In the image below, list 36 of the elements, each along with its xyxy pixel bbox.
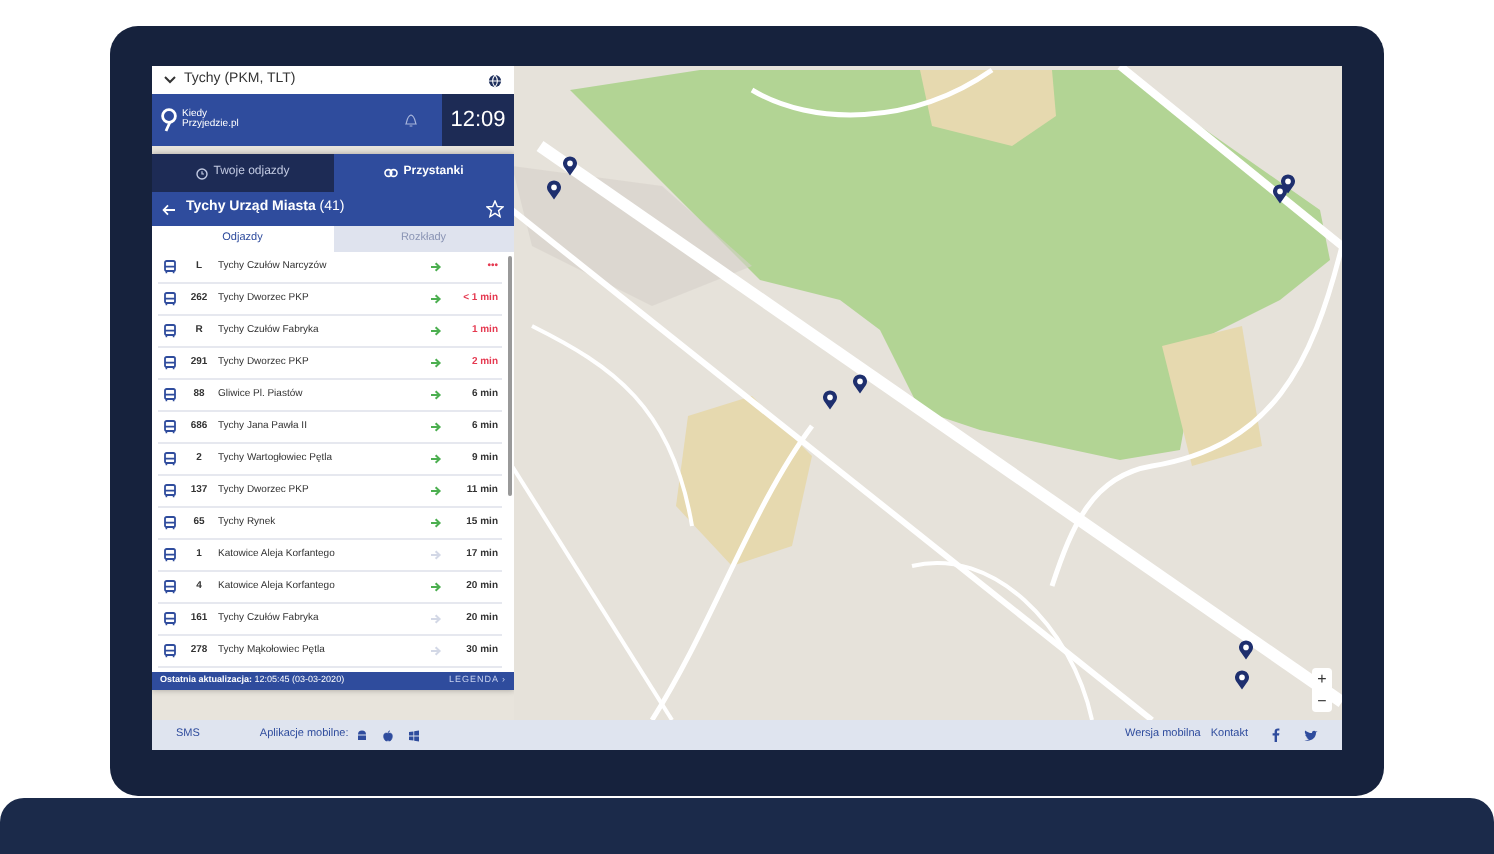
bus-icon [164, 324, 176, 338]
globe-icon[interactable] [488, 73, 502, 87]
bus-icon [164, 292, 176, 306]
back-arrow-icon[interactable] [162, 203, 176, 215]
bus-icon [164, 548, 176, 562]
bus-icon [164, 580, 176, 594]
bus-icon [164, 356, 176, 370]
bus-icon [164, 516, 176, 530]
map-pin-icon[interactable] [1238, 640, 1254, 660]
star-icon[interactable] [486, 200, 504, 218]
bus-icon [164, 484, 176, 498]
zoom-out-button[interactable]: − [1312, 690, 1332, 712]
bus-icon [164, 452, 176, 466]
bus-icon [164, 260, 176, 274]
bus-icon [164, 644, 176, 658]
chevron-down-icon [164, 76, 176, 84]
bus-icon [164, 612, 176, 626]
map-pin-icon[interactable] [1234, 670, 1250, 690]
bus-icon [164, 388, 176, 402]
map-pin-icon[interactable] [546, 180, 562, 200]
bell-icon[interactable] [404, 112, 418, 128]
zoom-in-button[interactable]: + [1312, 668, 1332, 690]
windows-icon[interactable] [408, 729, 421, 741]
map-pin-icon[interactable] [852, 374, 868, 394]
link-icon [383, 168, 398, 178]
bus-icon [164, 420, 176, 434]
facebook-icon[interactable] [1272, 728, 1280, 742]
map-pin-icon[interactable] [822, 390, 838, 410]
scrollbar[interactable] [508, 256, 512, 496]
apple-icon[interactable] [382, 729, 395, 741]
clock: 12:09 [442, 94, 514, 146]
clock-icon [195, 167, 208, 179]
twitter-icon[interactable] [1304, 729, 1318, 741]
map-pin-icon[interactable] [1272, 184, 1288, 204]
logo-icon [160, 108, 178, 132]
map-pin-icon[interactable] [562, 156, 578, 176]
